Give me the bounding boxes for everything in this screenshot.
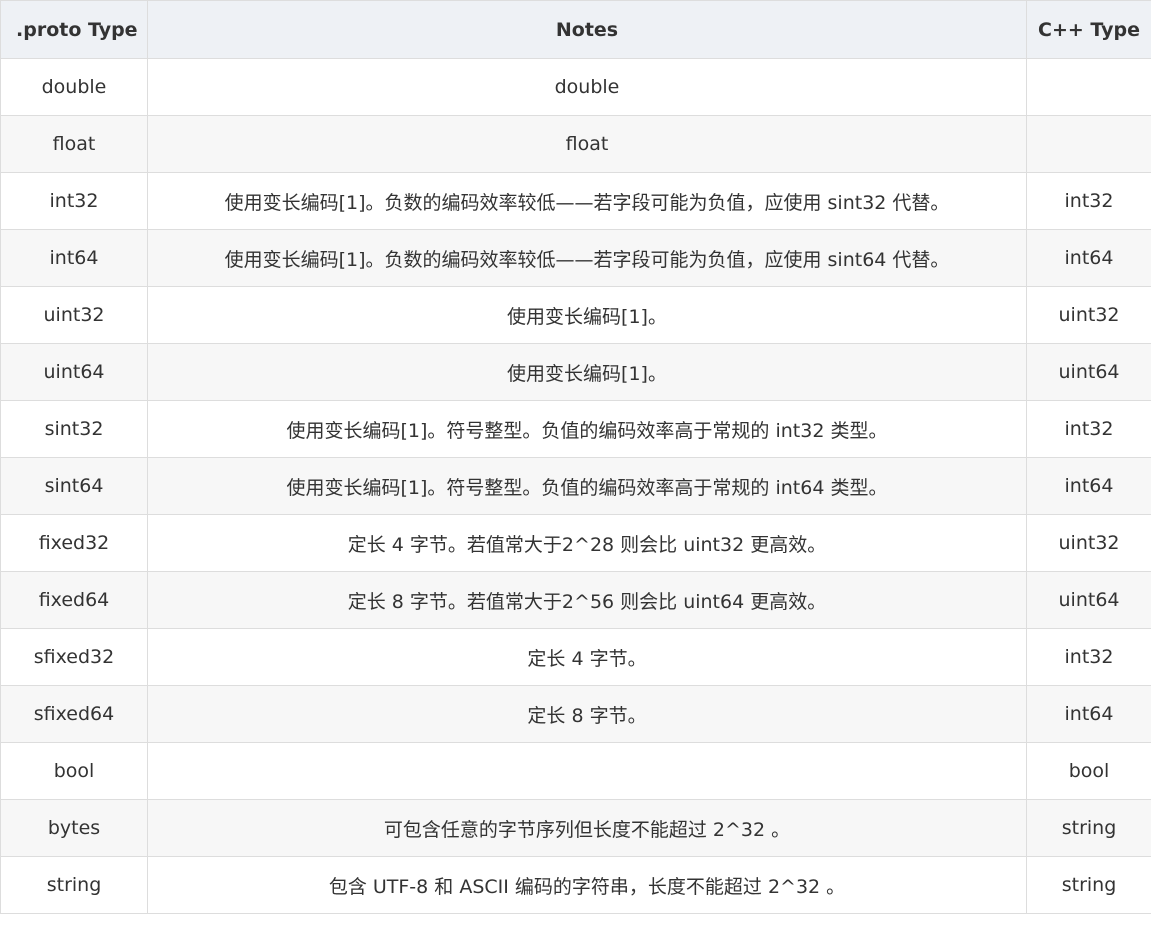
table-row: sfixed64 定长 8 字节。 int64: [0, 685, 1151, 743]
cpp-type-cell: int64: [1026, 685, 1151, 743]
notes-cell: 使用变长编码[1]。: [147, 343, 1027, 401]
table-row: bool bool: [0, 742, 1151, 800]
table-row: uint32 使用变长编码[1]。 uint32: [0, 286, 1151, 344]
cpp-type-cell: int64: [1026, 229, 1151, 287]
table-row: sfixed32 定长 4 字节。 int32: [0, 628, 1151, 686]
notes-cell: 使用变长编码[1]。符号整型。负值的编码效率高于常规的 int32 类型。: [147, 400, 1027, 458]
proto-type-table: .proto Type Notes C++ Type double double…: [0, 0, 1151, 914]
cpp-type-cell: uint64: [1026, 343, 1151, 401]
notes-cell: 使用变长编码[1]。: [147, 286, 1027, 344]
proto-type-cell: bool: [0, 742, 148, 800]
header-cpp-type: C++ Type: [1026, 0, 1151, 59]
notes-cell: 使用变长编码[1]。负数的编码效率较低——若字段可能为负值，应使用 sint32…: [147, 172, 1027, 230]
notes-cell: 包含 UTF-8 和 ASCII 编码的字符串，长度不能超过 2^32 。: [147, 856, 1027, 914]
notes-cell: 定长 4 字节。: [147, 628, 1027, 686]
notes-cell: 使用变长编码[1]。符号整型。负值的编码效率高于常规的 int64 类型。: [147, 457, 1027, 515]
cpp-type-cell: int32: [1026, 628, 1151, 686]
proto-type-cell: sint32: [0, 400, 148, 458]
proto-type-cell: string: [0, 856, 148, 914]
proto-type-cell: int32: [0, 172, 148, 230]
proto-type-cell: double: [0, 58, 148, 116]
proto-type-cell: sint64: [0, 457, 148, 515]
notes-cell: [147, 742, 1027, 800]
table-row: sint32 使用变长编码[1]。符号整型。负值的编码效率高于常规的 int32…: [0, 400, 1151, 458]
table-row: uint64 使用变长编码[1]。 uint64: [0, 343, 1151, 401]
header-row: .proto Type Notes C++ Type: [0, 0, 1151, 59]
notes-cell: 可包含任意的字节序列但长度不能超过 2^32 。: [147, 799, 1027, 857]
table-row: fixed64 定长 8 字节。若值常大于2^56 则会比 uint64 更高效…: [0, 571, 1151, 629]
proto-type-cell: uint32: [0, 286, 148, 344]
cpp-type-cell: bool: [1026, 742, 1151, 800]
proto-type-cell: float: [0, 115, 148, 173]
notes-cell: 定长 8 字节。: [147, 685, 1027, 743]
proto-type-cell: sfixed64: [0, 685, 148, 743]
table-row: fixed32 定长 4 字节。若值常大于2^28 则会比 uint32 更高效…: [0, 514, 1151, 572]
proto-type-cell: sfixed32: [0, 628, 148, 686]
cpp-type-cell: string: [1026, 856, 1151, 914]
table-row: string 包含 UTF-8 和 ASCII 编码的字符串，长度不能超过 2^…: [0, 856, 1151, 914]
table-row: sint64 使用变长编码[1]。符号整型。负值的编码效率高于常规的 int64…: [0, 457, 1151, 515]
cpp-type-cell: int32: [1026, 172, 1151, 230]
proto-type-cell: bytes: [0, 799, 148, 857]
table-row: float float: [0, 115, 1151, 173]
proto-type-cell: uint64: [0, 343, 148, 401]
table-row: double double: [0, 58, 1151, 116]
cpp-type-cell: uint32: [1026, 514, 1151, 572]
notes-cell: float: [147, 115, 1027, 173]
table-header: .proto Type Notes C++ Type: [0, 0, 1151, 59]
table-row: bytes 可包含任意的字节序列但长度不能超过 2^32 。 string: [0, 799, 1151, 857]
notes-cell: 定长 4 字节。若值常大于2^28 则会比 uint32 更高效。: [147, 514, 1027, 572]
cpp-type-cell: string: [1026, 799, 1151, 857]
notes-cell: double: [147, 58, 1027, 116]
notes-cell: 使用变长编码[1]。负数的编码效率较低——若字段可能为负值，应使用 sint64…: [147, 229, 1027, 287]
table-row: int32 使用变长编码[1]。负数的编码效率较低——若字段可能为负值，应使用 …: [0, 172, 1151, 230]
notes-cell: 定长 8 字节。若值常大于2^56 则会比 uint64 更高效。: [147, 571, 1027, 629]
cpp-type-cell: int32: [1026, 400, 1151, 458]
header-proto-type: .proto Type: [0, 0, 148, 59]
cpp-type-cell: int64: [1026, 457, 1151, 515]
proto-type-cell: fixed32: [0, 514, 148, 572]
proto-type-cell: fixed64: [0, 571, 148, 629]
table-row: int64 使用变长编码[1]。负数的编码效率较低——若字段可能为负值，应使用 …: [0, 229, 1151, 287]
cpp-type-cell: [1026, 58, 1151, 116]
cpp-type-cell: uint32: [1026, 286, 1151, 344]
header-notes: Notes: [147, 0, 1027, 59]
proto-type-cell: int64: [0, 229, 148, 287]
cpp-type-cell: [1026, 115, 1151, 173]
cpp-type-cell: uint64: [1026, 571, 1151, 629]
table-body: double double float float int32 使用变长编码[1…: [0, 58, 1151, 914]
